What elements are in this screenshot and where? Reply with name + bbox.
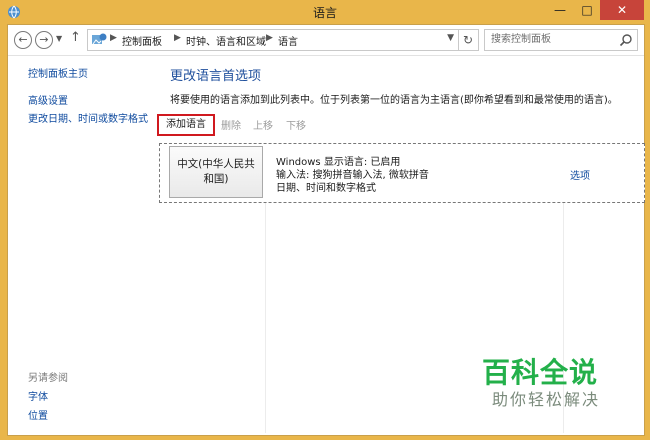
sidebar-link-advanced-settings[interactable]: 高级设置 [28,92,68,107]
column-divider [265,203,266,433]
forward-button[interactable]: → [35,31,53,49]
back-button[interactable]: ← [14,31,32,49]
search-icon[interactable] [619,33,633,47]
refresh-icon[interactable]: ↻ [458,29,479,51]
see-also-heading: 另请参阅 [28,373,68,384]
watermark-slogan: 助你轻松解决 [492,390,601,409]
add-language-button[interactable]: 添加语言 [157,114,215,136]
search-box[interactable] [484,29,638,51]
formats-status: 日期、时间和数字格式 [276,183,376,194]
search-input[interactable] [485,30,621,48]
language-name-line1: 中文(中华人民共 [177,158,255,170]
breadcrumb-language[interactable]: 语言 [278,33,298,48]
move-down-button[interactable]: 下移 [286,117,306,132]
language-name-line2: 和国) [203,173,229,185]
up-arrow-icon[interactable]: ↑ [70,30,81,45]
see-also-link-fonts[interactable]: 字体 [28,388,48,403]
window: 语言 — □ ✕ ← → ▼ ↑ ▶ 控制面板 ▶ 时钟、语言和区域 ▶ 语言 [0,0,650,440]
move-up-button[interactable]: 上移 [253,117,273,132]
client-area: ← → ▼ ↑ ▶ 控制面板 ▶ 时钟、语言和区域 ▶ 语言 ▼ ↻ 搜索控制面… [7,24,645,436]
minimize-button[interactable]: — [547,0,573,20]
watermark-logo: 百科全说 [482,356,599,389]
address-dropdown-icon[interactable]: ▼ [447,33,454,43]
breadcrumb-separator-icon[interactable]: ▶ [110,33,117,43]
sidebar-link-change-date-time-format[interactable]: 更改日期、时间或数字格式 [28,110,148,125]
page-description: 将要使用的语言添加到此列表中。位于列表第一位的语言为主语言(即你希望看到和最常使… [170,95,618,106]
language-list: 中文(中华人民共 和国) Windows 显示语言: 已启用 输入法: 搜狗拼音… [159,143,645,203]
control-panel-icon [92,33,107,45]
breadcrumb-control-panel[interactable]: 控制面板 [122,33,162,48]
language-options-link[interactable]: 选项 [570,167,590,182]
breadcrumb-clock-language-region[interactable]: 时钟、语言和区域 [186,33,266,48]
breadcrumb-separator-icon[interactable]: ▶ [174,33,181,43]
address-bar-row: ← → ▼ ↑ ▶ 控制面板 ▶ 时钟、语言和区域 ▶ 语言 ▼ ↻ [8,25,644,56]
title-bar[interactable]: 语言 — □ ✕ [0,0,650,24]
maximize-button[interactable]: □ [574,0,600,20]
close-button[interactable]: ✕ [600,0,644,20]
remove-button[interactable]: 删除 [221,117,241,132]
page-title: 更改语言首选项 [170,69,262,84]
see-also-link-location[interactable]: 位置 [28,407,48,422]
language-item-chinese[interactable]: 中文(中华人民共 和国) [169,146,263,198]
address-box[interactable]: ▶ 控制面板 ▶ 时钟、语言和区域 ▶ 语言 ▼ [87,29,459,51]
sidebar-link-control-panel-home[interactable]: 控制面板主页 [28,65,88,80]
breadcrumb-separator-icon[interactable]: ▶ [266,33,273,43]
recent-locations-chevron-icon[interactable]: ▼ [56,34,62,43]
